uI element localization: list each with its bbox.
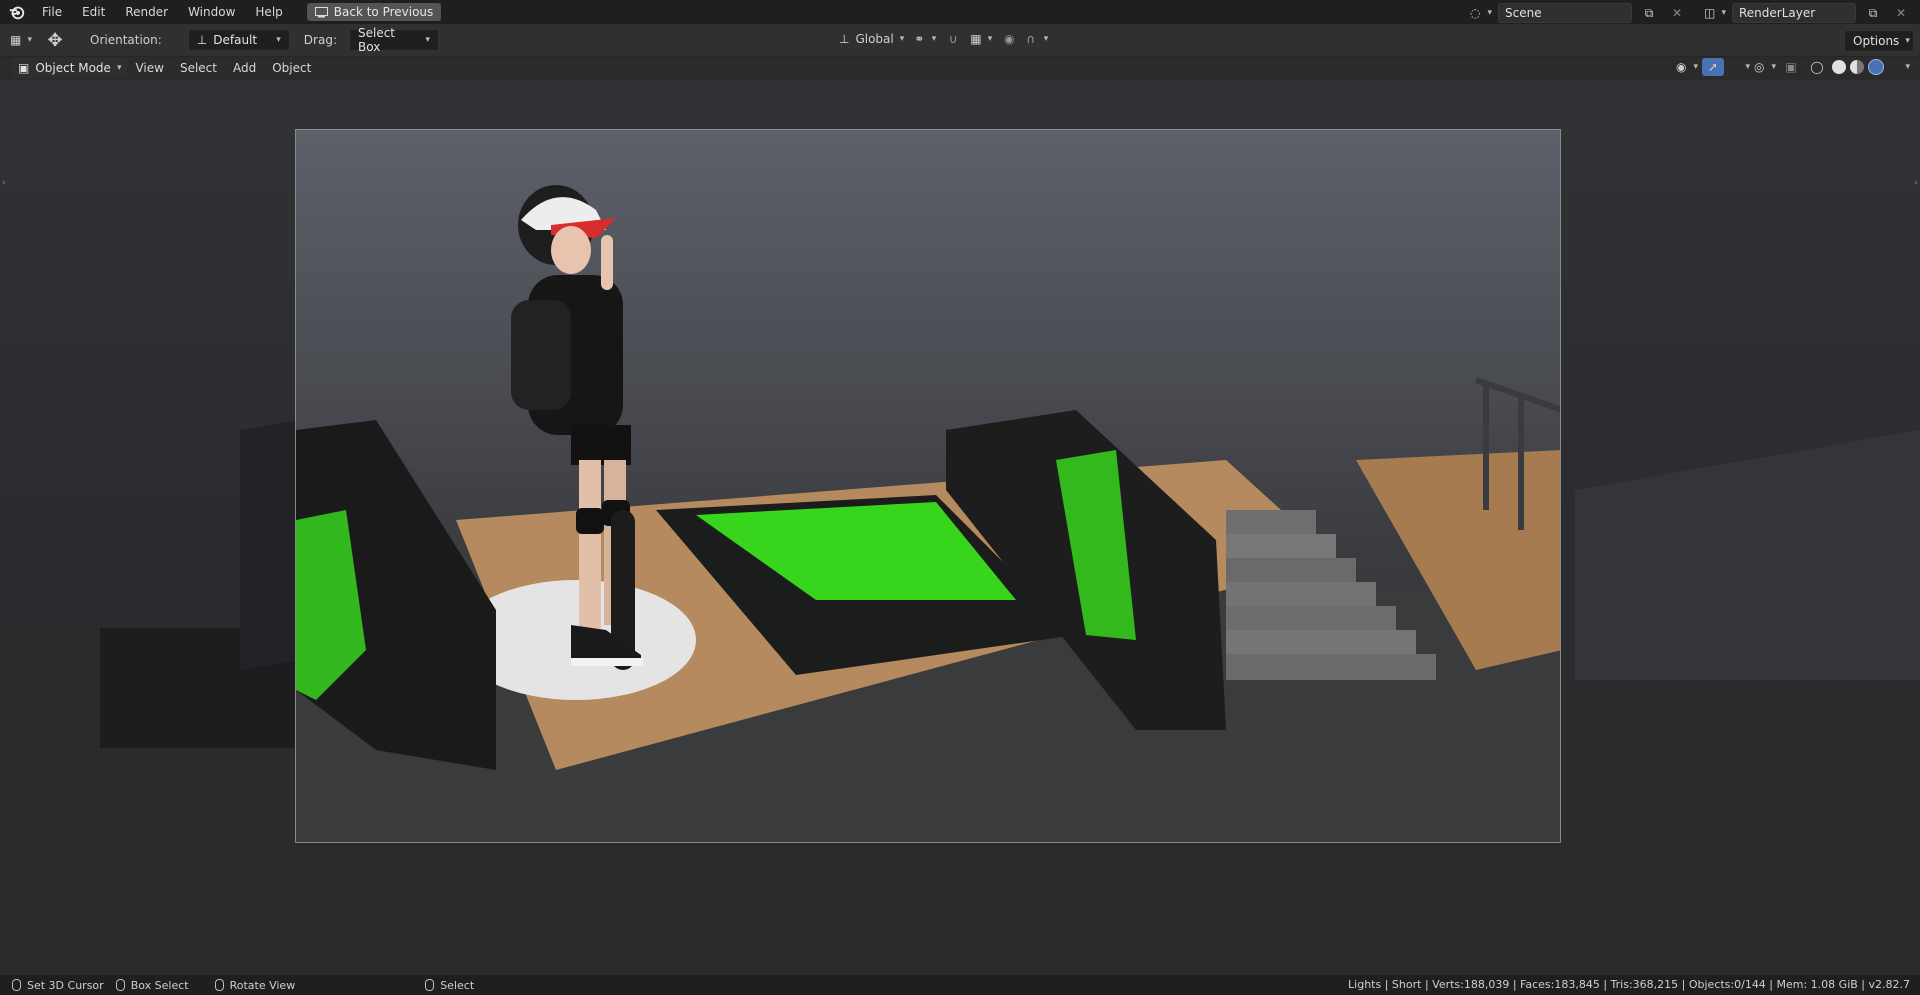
shading-options-dropdown[interactable]: ▾ [1888, 58, 1910, 76]
rendered-shading-icon[interactable] [1868, 59, 1884, 75]
chevron-down-icon: ▾ [899, 34, 905, 44]
material-preview-icon[interactable] [1850, 60, 1864, 74]
snap-increment-icon[interactable]: ▦ ▾ [970, 30, 992, 48]
chevron-down-icon: ▾ [116, 63, 122, 73]
delete-view-layer-icon[interactable]: ✕ [1890, 4, 1912, 22]
viewport-menu-select[interactable]: Select [172, 61, 225, 75]
chevron-down-icon: ▾ [1905, 36, 1910, 46]
status-set-3d-cursor: Set 3D Cursor [12, 979, 104, 992]
mouse-middle-icon [214, 979, 224, 991]
drag-value: Select Box [357, 26, 396, 54]
scene-name-field[interactable]: Scene [1498, 3, 1632, 23]
editor-type-button[interactable]: ▦ ▾ [10, 31, 32, 49]
render-scene [296, 185, 1560, 842]
status-rotate-view-label: Rotate View [229, 978, 296, 992]
render-layer-field[interactable]: RenderLayer [1732, 3, 1856, 23]
mouse-middle-icon [115, 979, 125, 991]
back-to-previous-label: Back to Previous [333, 5, 434, 19]
chevron-down-icon: ▾ [425, 35, 430, 45]
render-layer-name: RenderLayer [1739, 6, 1816, 20]
chevron-down-icon: ▾ [1721, 8, 1726, 18]
solid-shading-icon[interactable] [1832, 60, 1846, 74]
status-box-select: Box Select [115, 978, 189, 992]
back-to-previous-button[interactable]: Back to Previous [306, 3, 442, 21]
global-axis-icon: ⊥ [839, 32, 850, 46]
chevron-down-icon: ▾ [1771, 62, 1776, 72]
chevron-down-icon: ▾ [987, 34, 993, 44]
tool-settings-bar: ▦ ▾ ✥ Orientation: ⊥ Default ▾ Drag: Sele… [0, 24, 1920, 57]
transform-orientation-dropdown[interactable]: ⊥ Global ▾ [835, 30, 908, 48]
gizmo-options-dropdown[interactable]: ▾ [1728, 58, 1750, 76]
scene-icon: ◌ [1470, 6, 1481, 20]
layers-icon: ◫ [1704, 6, 1716, 20]
orientation-dropdown[interactable]: ⊥ Default ▾ [187, 29, 290, 51]
xray-toggle-icon[interactable]: ▣ [1780, 58, 1802, 76]
3d-viewport[interactable]: › ‹ [0, 80, 1920, 975]
viewport-menu-view[interactable]: View [127, 61, 171, 75]
object-mode-label: Object Mode [35, 61, 111, 75]
chevron-down-icon: ▾ [1905, 62, 1910, 72]
axis-icon: ⊥ [196, 33, 208, 47]
wireframe-shading-icon[interactable]: ◯ [1806, 58, 1828, 76]
status-bar: Set 3D Cursor Box Select Rotate View Sel… [0, 975, 1920, 995]
status-set-3d-cursor-label: Set 3D Cursor [27, 978, 104, 992]
gizmo-toggle-icon[interactable]: ➚ [1702, 58, 1724, 76]
chevron-down-icon: ▾ [1745, 62, 1750, 72]
delete-scene-icon[interactable]: ✕ [1666, 4, 1688, 22]
menu-window[interactable]: Window [178, 0, 245, 24]
new-scene-icon[interactable]: ⧉ [1638, 4, 1660, 22]
drag-dropdown[interactable]: Select Box ▾ [348, 26, 439, 54]
status-box-select-label: Box Select [130, 978, 189, 992]
chevron-down-icon: ▾ [27, 35, 32, 45]
workspace-selectors: ◌ ▾ Scene ⧉ ✕ ◫ ▾ RenderLayer ⧉ ✕ [1470, 3, 1912, 23]
object-mode-dropdown[interactable]: ▣ Object Mode ▾ [12, 58, 128, 78]
pivot-point-icon[interactable]: ⚭ ▾ [914, 30, 936, 48]
chevron-down-icon: ▾ [276, 35, 281, 45]
transform-tools: ⊥ Global ▾ ⚭ ▾ ∪ ▦ ▾ ◉ ∩ ▾ [835, 30, 1048, 48]
options-label: Options [1853, 34, 1900, 48]
chevron-down-icon: ▾ [1487, 8, 1492, 18]
left-ramp-shadow [240, 420, 300, 670]
move-tool-icon[interactable]: ✥ [44, 30, 66, 51]
viewport-shading-controls: ◉ ▾ ➚ ▾ ◎ ▾ ▣ ◯ ▾ [1676, 58, 1910, 76]
orientation-label: Orientation: [90, 33, 162, 47]
menu-edit[interactable]: Edit [72, 0, 115, 24]
chevron-down-icon: ▾ [1693, 62, 1698, 72]
orientation-value: Default [213, 33, 258, 47]
mouse-left-icon [12, 979, 21, 991]
scene-statistics: Lights | Short | Verts:188,039 | Faces:1… [1348, 978, 1910, 991]
transform-orientation-value: Global [855, 32, 894, 46]
options-dropdown[interactable]: Options ▾ [1844, 30, 1914, 52]
menu-file[interactable]: File [32, 0, 72, 24]
status-rotate-view: Rotate View [214, 978, 296, 992]
status-select: Select [425, 979, 474, 992]
visibility-eye-icon[interactable]: ◉ ▾ [1676, 58, 1698, 76]
chevron-down-icon: ▾ [931, 34, 937, 44]
camera-frame [295, 129, 1561, 843]
status-select-label: Select [440, 978, 475, 992]
proportional-editing-icon[interactable]: ◉ [998, 30, 1020, 48]
chevron-down-icon: ▾ [1043, 34, 1049, 44]
menu-help[interactable]: Help [245, 0, 292, 24]
overlays-icon[interactable]: ◎ ▾ [1754, 58, 1776, 76]
drag-label: Drag: [303, 33, 337, 47]
object-mode-icon: ▣ [18, 61, 30, 75]
3d-viewport-icon: ▦ [10, 33, 22, 47]
viewport-menu-add[interactable]: Add [225, 61, 264, 75]
falloff-curve-icon[interactable]: ∩ ▾ [1026, 30, 1048, 48]
view-layer-browse-button[interactable]: ◫ ▾ [1704, 4, 1726, 22]
menu-render[interactable]: Render [115, 0, 178, 24]
viewport-header: ▣ Object Mode ▾ View Select Add Object ◉… [0, 56, 1920, 80]
screen-icon [314, 6, 328, 17]
viewport-menu-object[interactable]: Object [264, 61, 319, 75]
stairs-right-block [1575, 430, 1920, 680]
snap-magnet-icon[interactable]: ∪ [942, 30, 964, 48]
blender-logo-icon[interactable] [8, 3, 26, 21]
scene-name: Scene [1505, 6, 1542, 20]
scene-browse-button[interactable]: ◌ ▾ [1470, 4, 1492, 22]
new-view-layer-icon[interactable]: ⧉ [1862, 4, 1884, 22]
mouse-right-icon [425, 979, 435, 991]
top-menu-bar: File Edit Render Window Help Back to Pre… [0, 0, 1920, 24]
